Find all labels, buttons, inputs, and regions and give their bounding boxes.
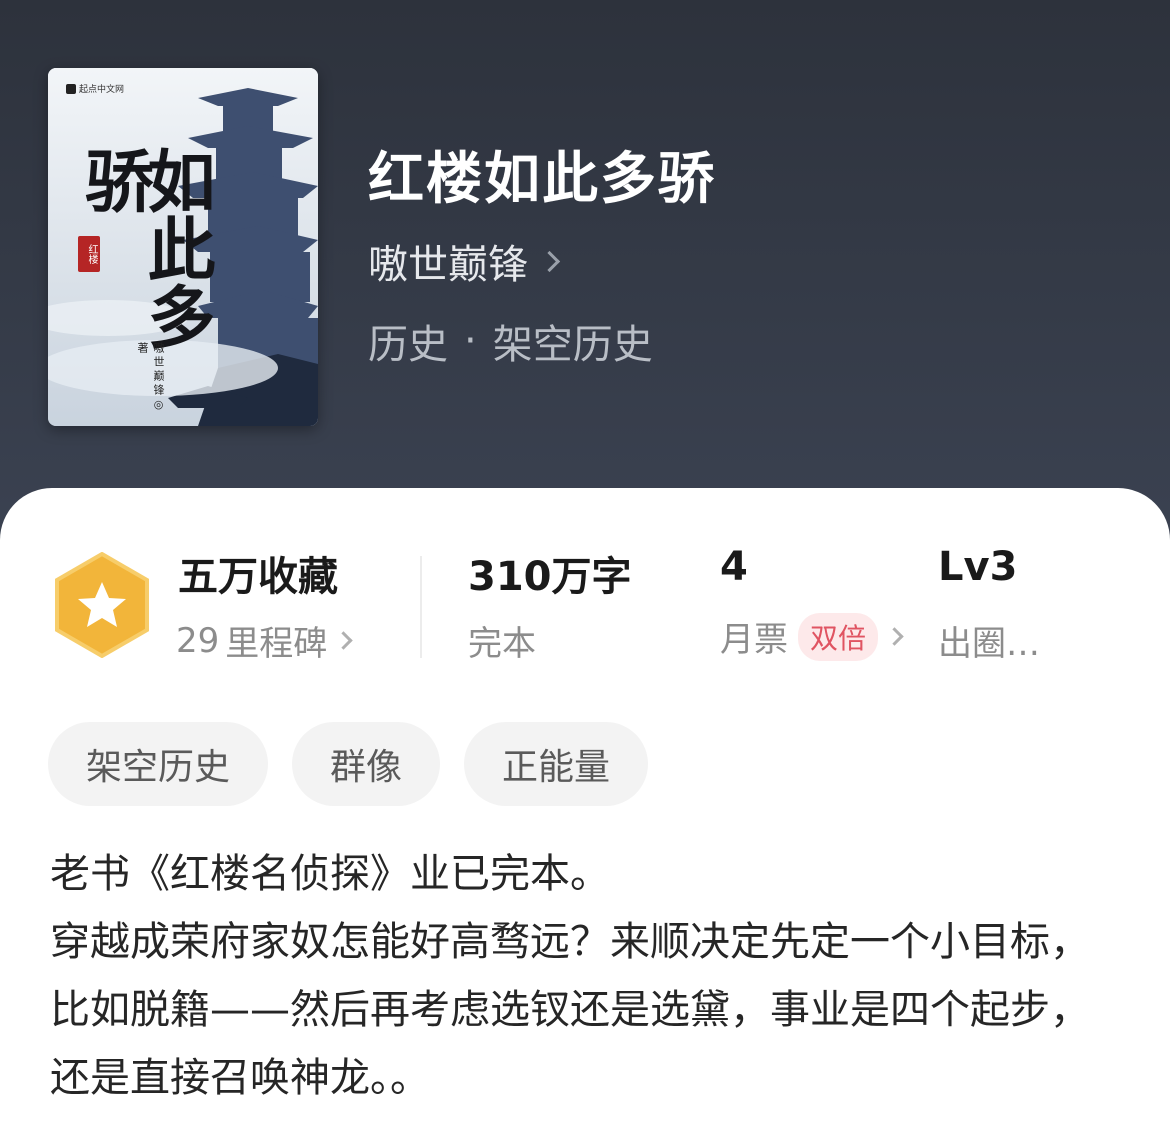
category-row: 历史 · 架空历史 xyxy=(368,312,653,370)
tag-list: 架空历史 群像 正能量 xyxy=(48,722,649,806)
tag-chip[interactable]: 架空历史 xyxy=(48,722,269,806)
monthly-ticket-label: 月票 xyxy=(720,620,788,660)
level-label[interactable]: 出圈… xyxy=(938,616,1040,665)
chevron-right-icon xyxy=(334,631,353,650)
book-header: 起点中文网 如此多骄 红楼 嗷世巅锋◎著 红楼如此多骄 嗷世巅锋 历史 · 架空… xyxy=(0,0,1170,520)
category-main[interactable]: 历史 xyxy=(368,312,448,370)
book-level: Lv3 xyxy=(938,544,1018,590)
synopsis-line: 老书《红楼名侦探》业已完本。 xyxy=(50,851,610,897)
synopsis-paragraph: 穿越成荣府家奴怎能好高骛远？来顺决定先定一个小目标，比如脱籍——然后再考虑选钗还… xyxy=(50,919,1090,1101)
book-detail-card: 五万收藏 29 里程碑 310万字 完本 4 月票 双倍 Lv3 出圈… 架空历… xyxy=(0,488,1170,1140)
collection-count: 五万收藏 xyxy=(178,554,338,600)
tag-chip[interactable]: 正能量 xyxy=(464,722,649,806)
author-link[interactable]: 嗷世巅锋 xyxy=(368,232,561,290)
milestone-link[interactable]: 29 里程碑 xyxy=(176,616,353,665)
chevron-right-icon xyxy=(885,627,904,646)
category-separator: · xyxy=(464,318,477,364)
tag-chip[interactable]: 群像 xyxy=(292,722,441,806)
book-cover[interactable]: 起点中文网 如此多骄 红楼 嗷世巅锋◎著 xyxy=(48,68,318,426)
book-title: 红楼如此多骄 xyxy=(368,147,716,212)
publisher-logo-icon xyxy=(66,83,76,94)
book-synopsis[interactable]: 老书《红楼名侦探》业已完本。 穿越成荣府家奴怎能好高骛远？来顺决定先定一个小目标… xyxy=(50,840,1125,1112)
monthly-ticket-link[interactable]: 月票 双倍 xyxy=(720,612,904,661)
completion-status: 完本 xyxy=(468,624,536,664)
word-count: 310万字 xyxy=(468,554,632,600)
chevron-right-icon xyxy=(538,250,561,272)
cover-seal: 红楼 xyxy=(78,236,100,272)
author-name: 嗷世巅锋 xyxy=(368,242,528,288)
monthly-ticket-count: 4 xyxy=(720,544,748,590)
category-sub[interactable]: 架空历史 xyxy=(493,312,653,370)
stats-divider xyxy=(420,556,422,658)
cover-publisher: 起点中文网 xyxy=(66,82,124,95)
double-badge: 双倍 xyxy=(798,612,879,661)
stats-row: 五万收藏 29 里程碑 310万字 完本 4 月票 双倍 Lv3 出圈… xyxy=(0,538,1170,668)
collection-badge-icon xyxy=(55,552,149,658)
milestone-count: 29 xyxy=(176,620,220,661)
cover-author: 嗷世巅锋◎著 xyxy=(136,342,165,414)
milestone-label: 里程碑 xyxy=(225,624,328,664)
